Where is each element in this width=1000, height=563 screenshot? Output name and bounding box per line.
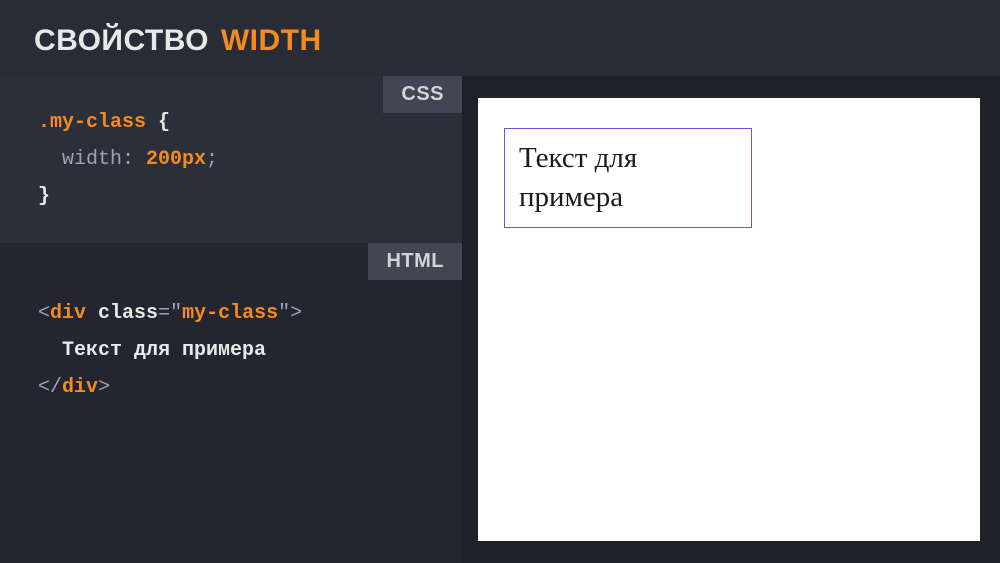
html-close-gt: > <box>98 376 110 399</box>
title-word-width: WIDTH <box>221 24 322 57</box>
css-open-brace: { <box>146 111 170 134</box>
css-line-2: width: 200px; <box>38 141 428 178</box>
css-code-block: .my-class { width: 200px; } <box>38 104 428 215</box>
html-eq: = <box>158 302 170 325</box>
html-open-lt: < <box>38 302 50 325</box>
css-selector: .my-class <box>38 111 146 134</box>
html-tag-close: div <box>62 376 98 399</box>
title-word-property: СВОЙСТВО <box>34 24 209 57</box>
preview-canvas: Текст для примера <box>478 98 980 541</box>
css-value: 200px <box>146 148 206 171</box>
code-column: CSS .my-class { width: 200px; } HTML <di… <box>0 76 462 563</box>
html-code-block: <div class="my-class"> Текст для примера… <box>38 295 428 406</box>
html-inner-text: Текст для примера <box>62 339 266 362</box>
html-code-section: HTML <div class="my-class"> Текст для пр… <box>0 243 462 563</box>
example-box: Текст для примера <box>504 128 752 228</box>
css-code-section: CSS .my-class { width: 200px; } <box>0 76 462 243</box>
html-quote-close: " <box>278 302 290 325</box>
slide-content: CSS .my-class { width: 200px; } HTML <di… <box>0 76 1000 563</box>
html-tab: HTML <box>368 243 462 280</box>
css-property: width <box>62 148 122 171</box>
html-line-1: <div class="my-class"> <box>38 295 428 332</box>
slide-title: СВОЙСТВО WIDTH <box>34 24 966 58</box>
preview-column: Текст для примера <box>462 76 1000 563</box>
html-quote-open: " <box>170 302 182 325</box>
slide-header: СВОЙСТВО WIDTH <box>0 0 1000 76</box>
html-attr-name: class <box>98 302 158 325</box>
html-tag-open: div <box>50 302 86 325</box>
css-close-brace: } <box>38 185 50 208</box>
html-open-gt: > <box>290 302 302 325</box>
html-line-3: </div> <box>38 369 428 406</box>
css-tab: CSS <box>383 76 462 113</box>
css-line-3: } <box>38 178 428 215</box>
html-close-lt: </ <box>38 376 62 399</box>
html-line-2: Текст для примера <box>38 332 428 369</box>
css-semicolon: ; <box>206 148 218 171</box>
css-colon: : <box>122 148 146 171</box>
css-line-1: .my-class { <box>38 104 428 141</box>
html-attr-value: my-class <box>182 302 278 325</box>
